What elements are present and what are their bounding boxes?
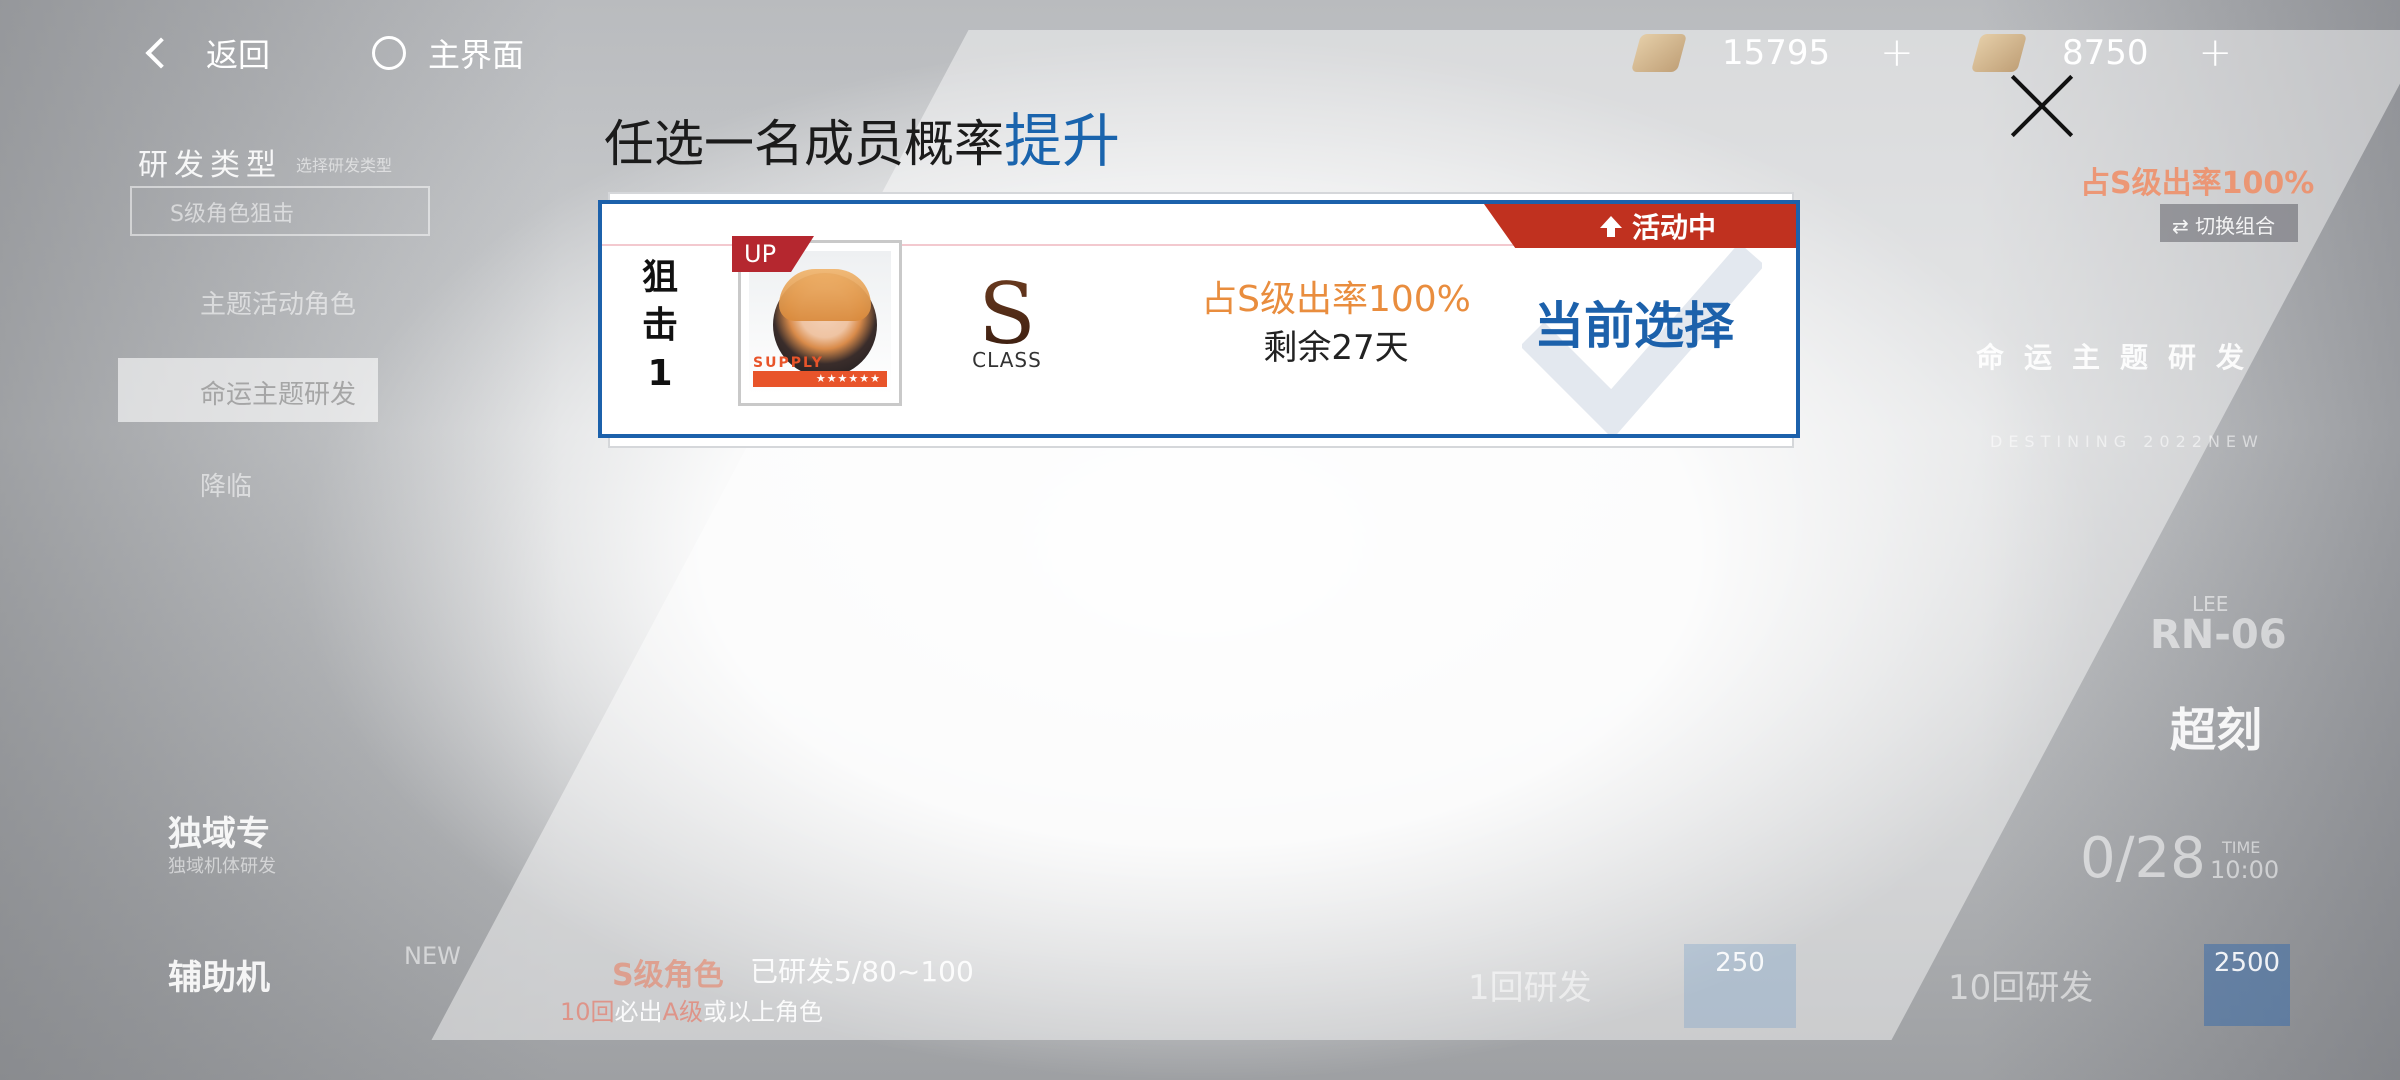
current-selection-label: 当前选择 bbox=[1534, 297, 1734, 355]
bg-pull-10-cost: 2500 bbox=[2204, 944, 2290, 1026]
close-icon[interactable] bbox=[2006, 70, 2078, 142]
role-char-1: 狙 bbox=[641, 257, 678, 298]
bg-support-label: 辅助机 bbox=[168, 958, 270, 998]
arrow-up-icon bbox=[1599, 216, 1622, 237]
currency-2-add-button[interactable]: + bbox=[2199, 30, 2233, 76]
bg-pull-1-cost: 250 bbox=[1684, 944, 1796, 1028]
gem-icon bbox=[1630, 34, 1688, 72]
remaining-days: 剩余27天 bbox=[1263, 328, 1409, 368]
bg-menu-item-1: 主题活动角色 bbox=[200, 290, 357, 320]
role-label: 狙 击 1 bbox=[630, 254, 690, 398]
bg-menu-item-3: 降临 bbox=[200, 472, 253, 502]
home-button[interactable]: 主界面 bbox=[372, 28, 524, 78]
currency-1: 15795 + bbox=[1630, 26, 1914, 80]
bg-fate-sub: DESTINING 2022NEW bbox=[1990, 432, 2264, 451]
character-hair-icon bbox=[779, 269, 871, 321]
bg-menu-item-2: 命运主题研发 bbox=[118, 358, 378, 422]
bg-right-rate: 占S级出率100% bbox=[2080, 166, 2315, 201]
event-badge-label: 活动中 bbox=[1631, 211, 1716, 244]
bg-guarantee-suffix: 或以上角色 bbox=[702, 998, 823, 1026]
class-letter: S bbox=[962, 272, 1052, 356]
bg-code-value: RN-06 bbox=[2150, 612, 2287, 658]
bg-guarantee-line: 10回必出A级或以上角色 bbox=[560, 992, 823, 1027]
bg-pull-1-button: 1回研发 bbox=[1468, 968, 1592, 1008]
bg-date-partial: 0/28 bbox=[2080, 826, 2206, 891]
bg-pull-10-button: 10回研发 bbox=[1948, 968, 2094, 1008]
portrait-inner: SUPPLY ★★★★★★ bbox=[749, 251, 891, 395]
bg-research-progress: 已研发5/80~100 bbox=[750, 955, 974, 988]
rate-text: 占S级出率100% bbox=[1201, 279, 1471, 320]
bg-time-label: TIME bbox=[2222, 838, 2261, 857]
role-char-2: 击 bbox=[641, 305, 678, 346]
member-card[interactable]: 狙 击 1 SUPPLY ★★★★★★ UP S CLASS 占S级出率100%… bbox=[598, 200, 1800, 438]
rarity-stars: ★★★★★★ bbox=[815, 372, 881, 385]
bg-exclusive-sub: 独域机体研发 bbox=[168, 856, 276, 877]
home-circle-icon bbox=[372, 36, 406, 70]
chevron-left-icon bbox=[145, 37, 177, 69]
bg-switch-combo-label: 切换组合 bbox=[2195, 214, 2276, 238]
bg-s-rank-char: S级角色 bbox=[612, 958, 724, 993]
back-button[interactable]: 返回 bbox=[140, 28, 270, 78]
ticket-icon bbox=[1970, 34, 2028, 72]
bg-research-selected: S级角色狙击 bbox=[130, 186, 430, 236]
home-label: 主界面 bbox=[428, 36, 525, 74]
class-label: CLASS bbox=[972, 348, 1042, 372]
bg-time-value: 10:00 bbox=[2210, 856, 2280, 884]
role-number: 1 bbox=[647, 353, 673, 394]
back-label: 返回 bbox=[206, 36, 271, 74]
modal-title-prefix: 任选一名成员概率 bbox=[604, 115, 1004, 173]
bg-guarantee-mid: 必出 bbox=[614, 998, 663, 1026]
bg-super-label: 超刻 bbox=[2170, 703, 2262, 757]
bg-research-type-sub: 选择研发类型 bbox=[296, 156, 393, 175]
s-class-badge: S CLASS bbox=[962, 272, 1052, 372]
bg-fate-theme: 命运主题研发 bbox=[1976, 341, 2265, 374]
modal-title: 任选一名成员概率提升 bbox=[604, 94, 1120, 178]
modal-title-highlight: 提升 bbox=[1004, 107, 1121, 175]
bg-new-badge: NEW bbox=[404, 942, 461, 970]
bg-guarantee-prefix: 10回 bbox=[560, 998, 615, 1026]
currency-2-value: 8750 bbox=[2062, 33, 2149, 73]
bg-guarantee-rank: A级 bbox=[662, 998, 703, 1026]
bg-research-type-label: 研发类型 bbox=[138, 148, 282, 183]
bg-switch-combo-button: ⇄ 切换组合 bbox=[2160, 204, 2298, 242]
supply-label: SUPPLY bbox=[753, 355, 824, 371]
currency-1-add-button[interactable]: + bbox=[1880, 30, 1914, 76]
currency-1-value: 15795 bbox=[1722, 33, 1831, 73]
event-badge: 活动中 bbox=[1484, 204, 1796, 248]
bg-exclusive-label: 独域专 bbox=[168, 814, 270, 854]
